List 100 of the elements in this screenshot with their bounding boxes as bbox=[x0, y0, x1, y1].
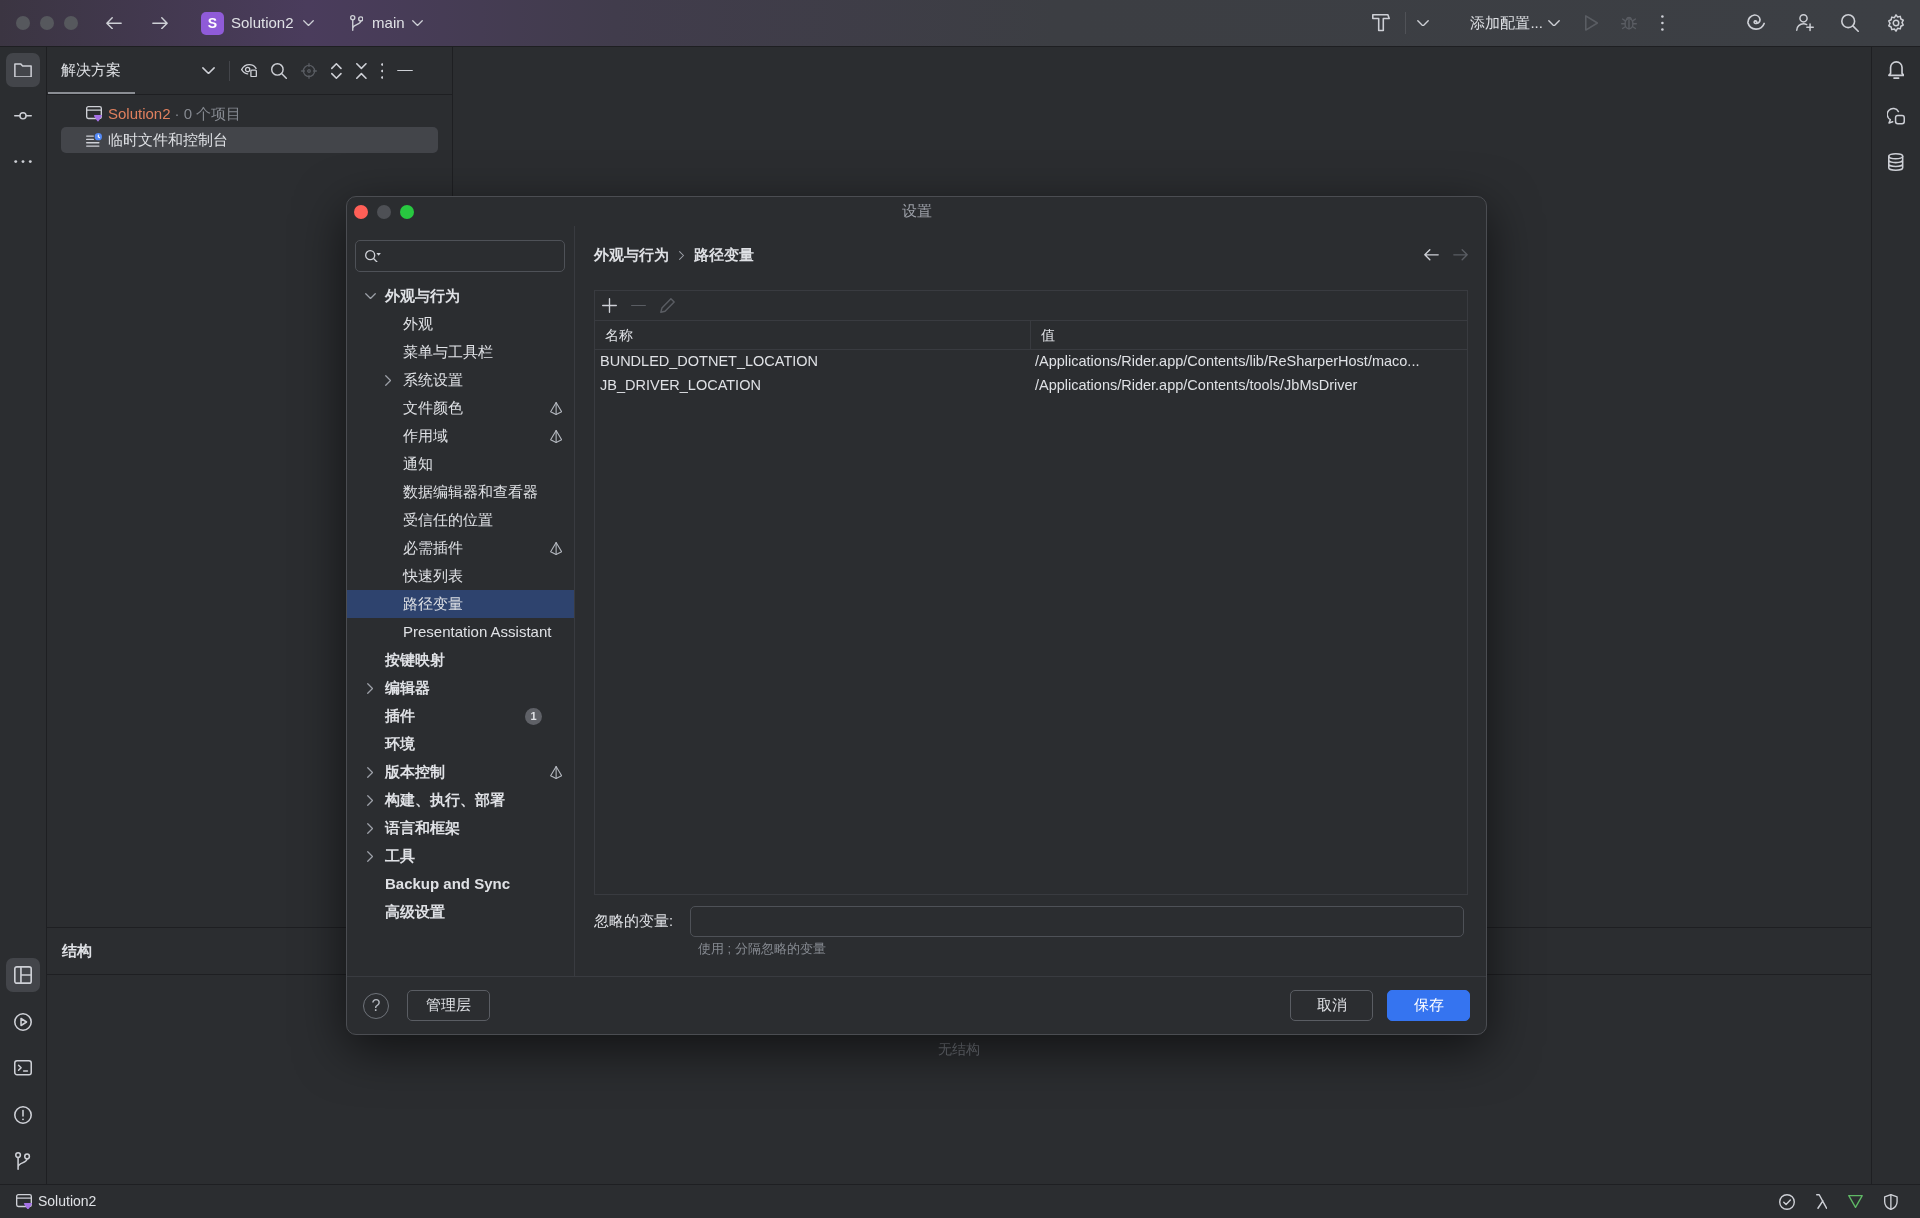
settings-nav-item[interactable]: 版本控制 bbox=[347, 758, 574, 786]
project-selector[interactable]: Solution2 bbox=[231, 11, 314, 35]
folder-icon[interactable] bbox=[14, 62, 32, 78]
add-user-icon[interactable] bbox=[1796, 14, 1814, 32]
solution-icon[interactable] bbox=[16, 1193, 32, 1210]
chevron-down-icon[interactable] bbox=[202, 66, 215, 75]
structure-icon[interactable] bbox=[14, 966, 32, 984]
chevron-right-icon bbox=[679, 250, 685, 260]
shield-icon[interactable] bbox=[1884, 1193, 1898, 1210]
chat-bubbles-icon[interactable] bbox=[1887, 107, 1905, 125]
table-cell-text: BUNDLED_DOTNET_LOCATION bbox=[599, 352, 820, 372]
structure-tool-button[interactable] bbox=[6, 958, 40, 992]
tree-item[interactable]: 临时文件和控制台 bbox=[61, 127, 438, 153]
settings-nav-item[interactable]: 外观 bbox=[347, 310, 574, 338]
settings-nav-item[interactable]: 系统设置 bbox=[347, 366, 574, 394]
minimize-icon[interactable] bbox=[397, 69, 414, 72]
expand-all-icon[interactable] bbox=[331, 62, 342, 79]
field-hint: 使用 ; 分隔忽略的变量 bbox=[698, 941, 826, 956]
chevron-right-icon[interactable] bbox=[366, 682, 374, 694]
settings-nav-item[interactable]: 编辑器 bbox=[347, 674, 574, 702]
solution-icon bbox=[86, 106, 102, 122]
database-icon[interactable] bbox=[1888, 153, 1904, 171]
settings-nav-item[interactable]: 路径变量 bbox=[347, 590, 574, 618]
chevron-right-icon[interactable] bbox=[384, 374, 392, 386]
exclamation-circle-icon[interactable] bbox=[14, 1105, 32, 1124]
save-button[interactable]: 保存 bbox=[1387, 990, 1470, 1021]
project-tool-button[interactable] bbox=[6, 53, 40, 87]
play-circle-icon[interactable] bbox=[14, 1012, 32, 1031]
settings-nav-item[interactable]: 插件 1 bbox=[347, 702, 574, 730]
tree-item[interactable]: Solution2 · 0 个项目 bbox=[61, 101, 438, 127]
commit-icon[interactable] bbox=[14, 112, 32, 120]
chevron-down-icon bbox=[1547, 19, 1560, 27]
search-icon[interactable] bbox=[1841, 14, 1859, 32]
eye-icon[interactable] bbox=[241, 63, 257, 78]
dialog-title: 设置 bbox=[901, 201, 932, 222]
chevron-down-icon[interactable] bbox=[364, 292, 376, 300]
field-label: 忽略的变量: bbox=[594, 911, 675, 931]
count-badge: 1 bbox=[525, 707, 542, 725]
chevron-right-icon[interactable] bbox=[366, 766, 374, 778]
spiral-icon[interactable] bbox=[1747, 14, 1765, 32]
settings-nav-item[interactable]: Backup and Sync bbox=[347, 870, 574, 898]
settings-nav-item[interactable]: 通知 bbox=[347, 450, 574, 478]
collapse-all-icon[interactable] bbox=[355, 62, 367, 79]
bell-icon[interactable] bbox=[1887, 61, 1905, 79]
search-icon[interactable] bbox=[365, 249, 381, 263]
settings-search-field[interactable] bbox=[355, 240, 565, 272]
status-project-name[interactable]: Solution2 bbox=[38, 1191, 97, 1212]
scratch-file-icon bbox=[86, 133, 102, 147]
chevron-down-icon[interactable] bbox=[302, 19, 314, 27]
left-arrow-icon[interactable] bbox=[106, 16, 122, 30]
settings-nav-item[interactable]: 文件颜色 bbox=[347, 394, 574, 422]
more-icon[interactable] bbox=[1661, 15, 1664, 31]
settings-nav-item[interactable]: 受信任的位置 bbox=[347, 506, 574, 534]
chevron-right-icon[interactable] bbox=[366, 794, 374, 806]
settings-nav-item[interactable]: 工具 bbox=[347, 842, 574, 870]
manage-button[interactable]: 管理层 bbox=[407, 990, 490, 1021]
settings-nav-item[interactable]: 构建、执行、部署 bbox=[347, 786, 574, 814]
project-avatar[interactable]: S bbox=[201, 11, 224, 35]
settings-nav-item[interactable]: 必需插件 bbox=[347, 534, 574, 562]
settings-nav-item[interactable]: 环境 bbox=[347, 730, 574, 758]
plus-icon[interactable] bbox=[602, 298, 617, 313]
settings-nav-item[interactable]: 作用域 bbox=[347, 422, 574, 450]
branch-selector[interactable]: main bbox=[349, 11, 423, 35]
close-icon[interactable] bbox=[354, 204, 368, 219]
hammer-icon[interactable] bbox=[1372, 14, 1391, 32]
chevron-right-icon[interactable] bbox=[366, 850, 374, 862]
settings-icon[interactable] bbox=[1887, 14, 1905, 32]
terminal-icon[interactable] bbox=[14, 1060, 32, 1076]
settings-nav-item[interactable]: 菜单与工具栏 bbox=[347, 338, 574, 366]
settings-nav-item[interactable]: Presentation Assistant bbox=[347, 618, 574, 646]
breadcrumb-item[interactable]: 外观与行为 bbox=[594, 243, 669, 267]
panel-title: 结构 bbox=[62, 940, 92, 961]
column-header[interactable]: 值 bbox=[1031, 321, 1467, 349]
settings-nav-item[interactable]: 外观与行为 bbox=[347, 282, 574, 310]
settings-nav-item[interactable]: 按键映射 bbox=[347, 646, 574, 674]
triangle-icon[interactable] bbox=[1848, 1194, 1864, 1209]
chevron-right-icon[interactable] bbox=[366, 822, 374, 834]
ignored-variables-field[interactable] bbox=[690, 906, 1464, 937]
table-cell-text: JB_DRIVER_LOCATION bbox=[599, 376, 762, 396]
chevron-down-icon[interactable] bbox=[1417, 19, 1430, 27]
table-cell-text: /Applications/Rider.app/Contents/tools/JbMsDriver bbox=[1034, 376, 1359, 396]
breadcrumb-item: 路径变量 bbox=[694, 244, 755, 265]
column-header[interactable]: 名称 bbox=[595, 321, 1031, 349]
branch-icon[interactable] bbox=[15, 1152, 31, 1170]
settings-nav-item[interactable]: 高级设置 bbox=[347, 898, 574, 926]
cancel-button[interactable]: 取消 bbox=[1290, 990, 1373, 1021]
search-icon[interactable] bbox=[271, 62, 287, 79]
view-selector-tab[interactable]: 解决方案 bbox=[48, 47, 135, 94]
settings-nav-item[interactable]: 语言和框架 bbox=[347, 814, 574, 842]
more-icon[interactable] bbox=[380, 62, 384, 79]
lambda-icon[interactable] bbox=[1815, 1194, 1828, 1209]
more-icon[interactable] bbox=[14, 160, 32, 164]
settings-nav-item[interactable]: 数据编辑器和查看器 bbox=[347, 478, 574, 506]
settings-nav-item[interactable]: 快速列表 bbox=[347, 562, 574, 590]
run-config-selector[interactable]: 添加配置... bbox=[1470, 11, 1560, 35]
left-arrow-icon[interactable] bbox=[1424, 249, 1439, 261]
maximize-icon[interactable] bbox=[400, 204, 414, 219]
check-circle-icon[interactable] bbox=[1778, 1193, 1795, 1210]
chevron-down-icon bbox=[411, 19, 423, 27]
minimize-icon bbox=[377, 204, 391, 219]
